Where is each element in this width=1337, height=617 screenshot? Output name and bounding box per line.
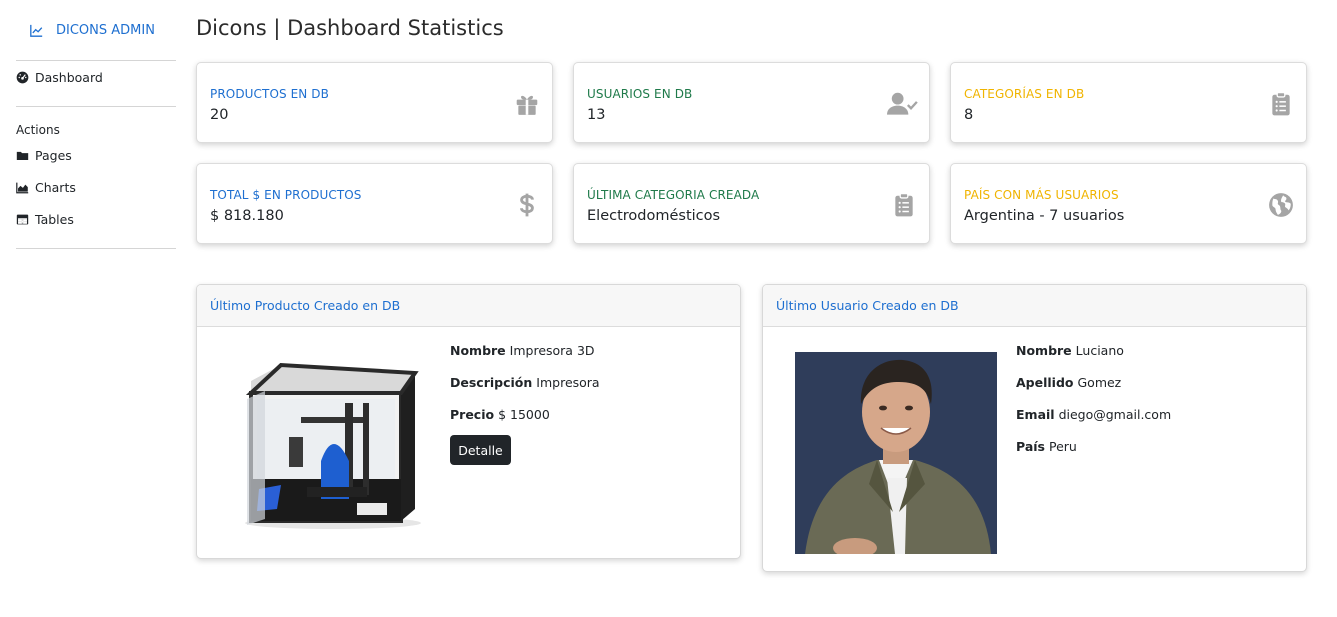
line-chart-icon [30, 24, 43, 37]
sidebar-item-label: Tables [35, 212, 74, 227]
sidebar-divider [16, 248, 176, 249]
stat-card-categorias: CATEGORÍAS EN DB 8 [950, 62, 1307, 143]
stat-label: PRODUCTOS EN DB [210, 87, 329, 101]
table-icon [16, 213, 29, 226]
stat-label: CATEGORÍAS EN DB [964, 87, 1085, 101]
user-first-name: Nombre Luciano [1016, 343, 1124, 358]
stat-card-ultima-categoria: ÚLTIMA CATEGORIA CREADA Electrodoméstico… [573, 163, 930, 244]
field-value: $ 15000 [498, 407, 550, 422]
stat-value: Argentina - 7 usuarios [964, 208, 1125, 224]
sidebar-item-tables[interactable]: Tables [16, 212, 74, 227]
field-label: Precio [450, 407, 495, 422]
product-image [237, 359, 427, 531]
field-label: Descripción [450, 375, 533, 390]
field-label: Apellido [1016, 375, 1074, 390]
product-description: Descripción Impresora [450, 375, 600, 390]
user-email: Email diego@gmail.com [1016, 407, 1171, 422]
stat-value: 8 [964, 107, 974, 123]
folder-icon [16, 149, 29, 162]
dashboard-gauge-icon [16, 71, 29, 84]
latest-user-card: Último Usuario Creado en DB Nombre Lucia… [762, 284, 1307, 572]
stat-label: PAÍS CON MÁS USUARIOS [964, 188, 1119, 202]
card-header: Último Usuario Creado en DB [763, 285, 1306, 327]
stat-card-total-productos: TOTAL $ EN PRODUCTOS $ 818.180 [196, 163, 553, 244]
card-header: Último Producto Creado en DB [197, 285, 740, 327]
stat-card-pais: PAÍS CON MÁS USUARIOS Argentina - 7 usua… [950, 163, 1307, 244]
field-value: Gomez [1077, 375, 1122, 390]
field-label: Nombre [450, 343, 506, 358]
sidebar-item-pages[interactable]: Pages [16, 148, 72, 163]
page-title: Dicons | Dashboard Statistics [196, 16, 504, 40]
stat-card-productos: PRODUCTOS EN DB 20 [196, 62, 553, 143]
stat-label: USUARIOS EN DB [587, 87, 693, 101]
stat-label: ÚLTIMA CATEGORIA CREADA [587, 188, 760, 202]
field-value: Luciano [1075, 343, 1124, 358]
field-value: diego@gmail.com [1058, 407, 1172, 422]
stat-value: $ 818.180 [210, 208, 284, 224]
dollar-icon [514, 192, 540, 218]
user-country: País Peru [1016, 439, 1077, 454]
field-value: Impresora [536, 375, 600, 390]
sidebar-item-label: Charts [35, 180, 76, 195]
clipboard-list-icon [1268, 91, 1294, 117]
globe-icon [1268, 192, 1294, 218]
user-avatar [795, 352, 997, 554]
stat-label: TOTAL $ EN PRODUCTOS [210, 188, 362, 202]
gift-icon [514, 91, 540, 117]
user-last-name: Apellido Gomez [1016, 375, 1121, 390]
user-check-icon [887, 91, 919, 117]
field-label: País [1016, 439, 1045, 454]
clipboard-list-icon [891, 192, 917, 218]
latest-product-card: Último Producto Creado en DB Nombre Impr… [196, 284, 741, 559]
sidebar-item-label: Pages [35, 148, 72, 163]
field-value: Impresora 3D [509, 343, 595, 358]
field-value: Peru [1048, 439, 1077, 454]
brand-text: DICONS ADMIN [56, 23, 155, 38]
sidebar-heading-actions: Actions [16, 123, 60, 137]
field-label: Email [1016, 407, 1055, 422]
sidebar-item-dashboard[interactable]: Dashboard [16, 70, 103, 85]
stat-value: Electrodomésticos [587, 208, 721, 224]
sidebar-divider [16, 60, 176, 61]
product-name: Nombre Impresora 3D [450, 343, 595, 358]
detalle-button[interactable]: Detalle [450, 435, 511, 465]
product-price: Precio $ 15000 [450, 407, 550, 422]
area-chart-icon [16, 181, 29, 194]
sidebar-item-charts[interactable]: Charts [16, 180, 76, 195]
stat-card-usuarios: USUARIOS EN DB 13 [573, 62, 930, 143]
brand-link[interactable]: DICONS ADMIN [30, 23, 155, 38]
sidebar-divider [16, 106, 176, 107]
field-label: Nombre [1016, 343, 1072, 358]
sidebar-item-label: Dashboard [35, 70, 103, 85]
stat-value: 20 [210, 107, 229, 123]
stat-value: 13 [587, 107, 606, 123]
